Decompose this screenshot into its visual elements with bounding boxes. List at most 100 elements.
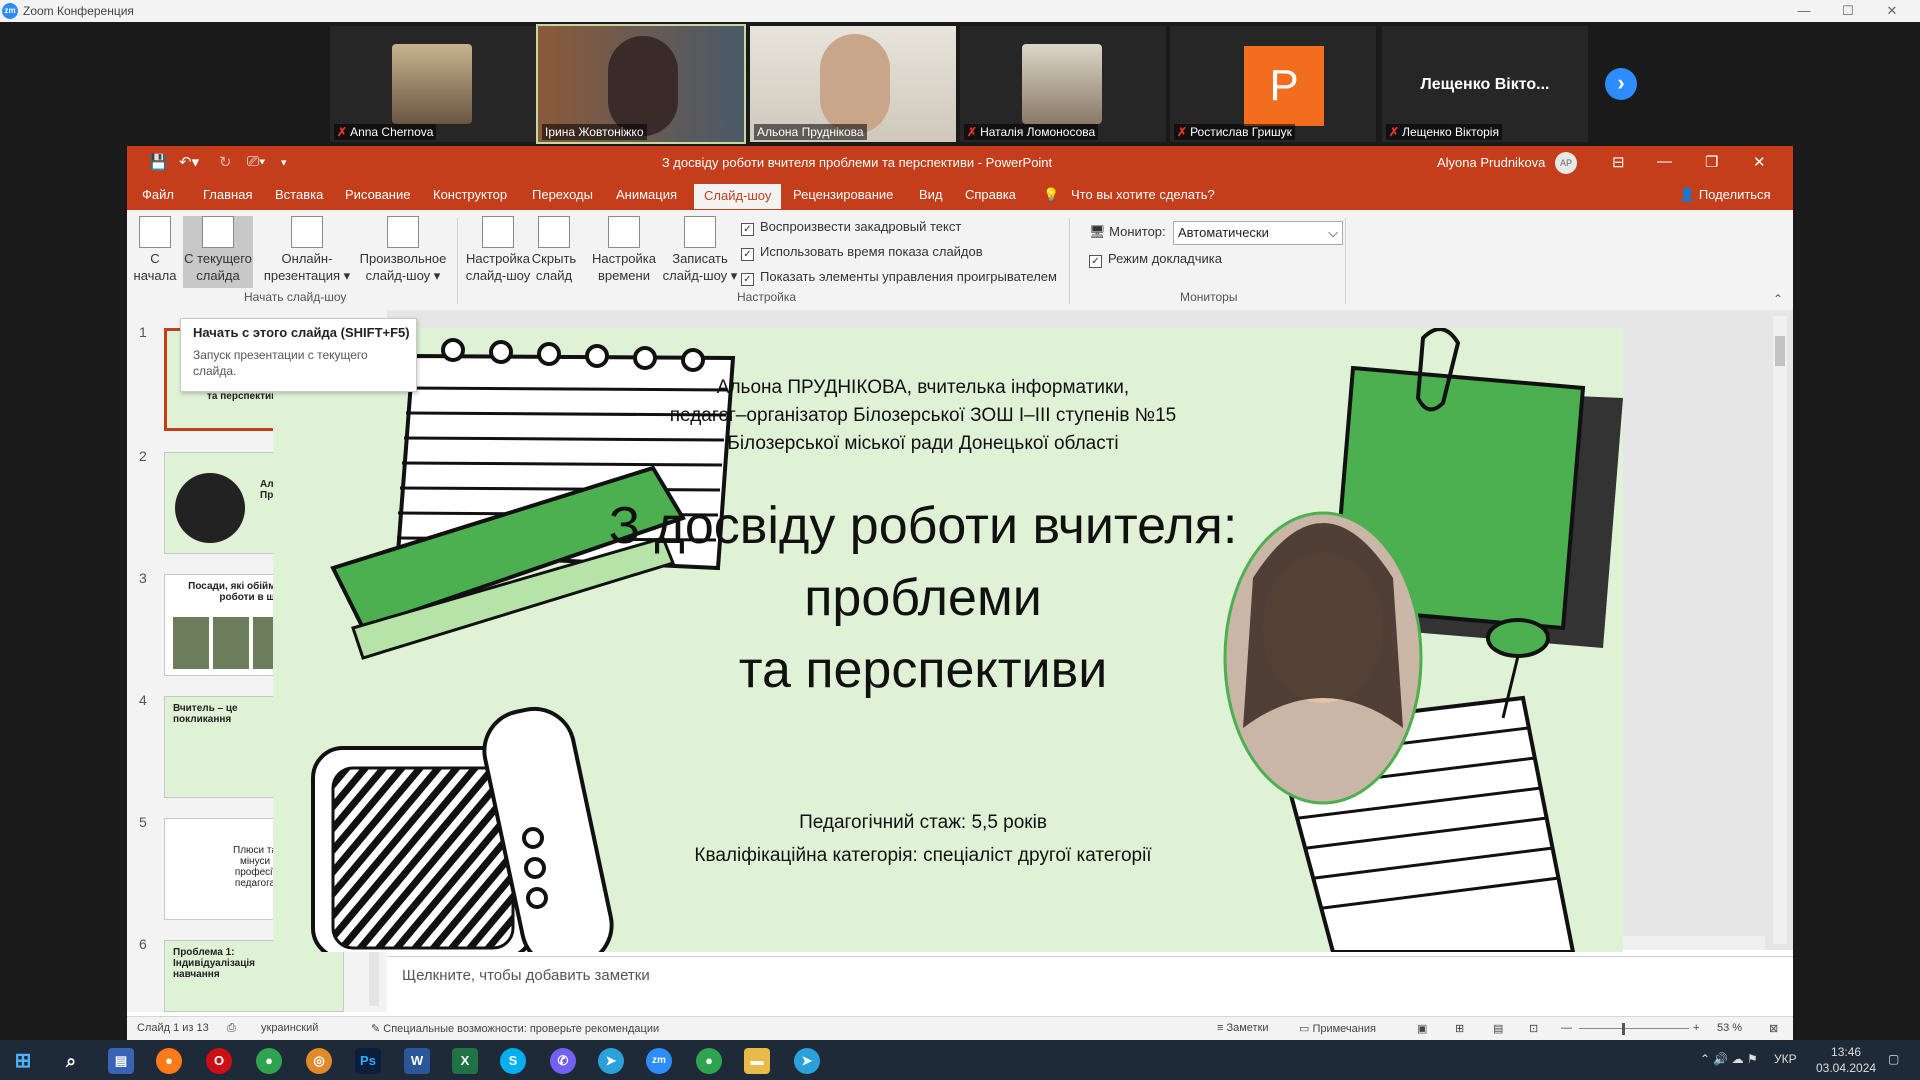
- participant-tile[interactable]: Альона Пруднікова: [750, 26, 956, 142]
- notifications-icon[interactable]: ▢: [1888, 1052, 1899, 1066]
- firefox-icon[interactable]: ●: [156, 1048, 182, 1074]
- slide-scrollbar[interactable]: [1773, 316, 1787, 944]
- system-tray-icons[interactable]: ⌃ 🔊 ☁ ⚑: [1700, 1052, 1758, 1066]
- tab-slideshow[interactable]: Слайд-шоу: [694, 184, 782, 209]
- hide-slide-icon: [538, 216, 570, 248]
- accessibility-status[interactable]: ✎ Специальные возможности: проверьте рек…: [371, 1022, 659, 1035]
- group-divider: [1345, 218, 1346, 304]
- excel-icon[interactable]: X: [452, 1048, 478, 1074]
- photoshop-icon[interactable]: Ps: [355, 1048, 381, 1074]
- zoom-slider-thumb[interactable]: [1622, 1023, 1625, 1035]
- clock[interactable]: 13:46 03.04.2024: [1816, 1044, 1876, 1076]
- save-icon[interactable]: 💾: [149, 153, 168, 171]
- minimize-icon[interactable]: —: [1786, 2, 1822, 20]
- reading-view-icon[interactable]: ▤: [1493, 1022, 1503, 1035]
- from-start-button[interactable]: Сначала: [133, 216, 177, 284]
- custom-slideshow-button[interactable]: Произвольное слайд-шоу ▾: [353, 216, 453, 284]
- zoom-in-icon[interactable]: +: [1693, 1022, 1699, 1034]
- browser-icon[interactable]: ◎: [306, 1048, 332, 1074]
- minimize-icon[interactable]: —: [1657, 153, 1672, 170]
- ribbon-tabs: Файл Главная Вставка Рисование Конструкт…: [127, 180, 1793, 210]
- zoom-level[interactable]: 53 %: [1717, 1022, 1742, 1034]
- tab-help[interactable]: Справка: [965, 187, 1016, 202]
- record-slideshow-button[interactable]: Записать слайд-шоу ▾: [662, 216, 738, 284]
- monitor-select[interactable]: Автоматически ⌵: [1173, 221, 1343, 245]
- participant-tile[interactable]: ✗ Anna Chernova: [330, 26, 536, 142]
- online-present-icon: [291, 216, 323, 248]
- redo-icon[interactable]: ↻: [219, 153, 232, 171]
- rehearse-timings-button[interactable]: Настройка времени: [589, 216, 659, 284]
- telegram-icon[interactable]: ➤: [794, 1048, 820, 1074]
- online-presentation-button[interactable]: Онлайн-презентация ▾: [262, 216, 352, 284]
- telegram-icon[interactable]: ➤: [598, 1048, 624, 1074]
- participant-tile[interactable]: Лещенко Вікто... ✗ Лещенко Вікторія: [1382, 26, 1588, 142]
- participant-photo: [820, 34, 890, 134]
- from-current-button[interactable]: С текущего слайда: [183, 216, 253, 288]
- user-name[interactable]: Alyona Prudnikova: [1437, 155, 1545, 170]
- skype-icon[interactable]: S: [500, 1048, 526, 1074]
- participant-tile[interactable]: ✗ Наталія Ломоносова: [960, 26, 1166, 142]
- participant-tile-active[interactable]: Ірина Жовтоніжко: [536, 24, 746, 144]
- next-participants-icon[interactable]: ›: [1605, 68, 1637, 100]
- tab-file[interactable]: Файл: [142, 187, 174, 202]
- participant-tile[interactable]: Р ✗ Ростислав Гришук: [1170, 26, 1376, 142]
- chrome-icon[interactable]: ●: [256, 1048, 282, 1074]
- timings-checkbox[interactable]: ✓ Использовать время показа слайдов: [741, 244, 983, 261]
- participant-name: ✗ Ростислав Гришук: [1174, 124, 1295, 140]
- scroll-thumb[interactable]: [1775, 336, 1785, 366]
- tab-design[interactable]: Конструктор: [433, 187, 507, 202]
- tab-home[interactable]: Главная: [203, 187, 252, 202]
- close-icon[interactable]: ✕: [1874, 2, 1910, 20]
- document-title: З досвіду роботи вчителя проблеми та пер…: [661, 155, 1053, 170]
- collapse-ribbon-icon[interactable]: ⌃: [1773, 292, 1783, 306]
- participant-photo: [392, 44, 472, 124]
- tab-transitions[interactable]: Переходы: [532, 187, 593, 202]
- language-indicator[interactable]: УКР: [1774, 1052, 1797, 1066]
- app-icon[interactable]: ▤: [108, 1048, 134, 1074]
- restore-icon[interactable]: ❐: [1705, 153, 1718, 171]
- normal-view-icon[interactable]: ▣: [1417, 1022, 1427, 1035]
- ribbon-display-icon[interactable]: ⊟: [1612, 153, 1625, 171]
- opera-icon[interactable]: O: [206, 1048, 232, 1074]
- user-avatar[interactable]: AP: [1555, 152, 1577, 174]
- presenter-view-checkbox[interactable]: ✓ Режим докладчика: [1089, 251, 1222, 268]
- spellcheck-icon[interactable]: ⎙: [227, 1022, 236, 1035]
- zoom-taskbar-icon[interactable]: zm: [646, 1048, 672, 1074]
- tab-review[interactable]: Рецензирование: [793, 187, 893, 202]
- person-icon: 👤: [1679, 187, 1699, 202]
- close-icon[interactable]: ✕: [1753, 153, 1766, 171]
- tab-insert[interactable]: Вставка: [275, 187, 323, 202]
- tab-animations[interactable]: Анимация: [616, 187, 677, 202]
- hide-slide-button[interactable]: Скрыть слайд: [531, 216, 577, 284]
- present-icon[interactable]: ⎚▾: [247, 153, 265, 170]
- tell-me-search[interactable]: Что вы хотите сделать?: [1071, 187, 1215, 202]
- sorter-view-icon[interactable]: ⊞: [1455, 1022, 1464, 1035]
- share-button[interactable]: 👤 Поделиться: [1679, 187, 1771, 203]
- viber-icon[interactable]: ✆: [550, 1048, 576, 1074]
- slide-canvas[interactable]: Альона ПРУДНІКОВА, вчителька інформатики…: [273, 328, 1623, 952]
- setup-slideshow-button[interactable]: Настройка слайд-шоу: [465, 216, 531, 284]
- tab-view[interactable]: Вид: [919, 187, 943, 202]
- fit-slide-icon[interactable]: ⊠: [1769, 1022, 1778, 1035]
- windows-start-icon[interactable]: ⊞: [10, 1048, 36, 1074]
- customize-toolbar-icon[interactable]: ▾: [281, 156, 287, 169]
- title-line: З досвіду роботи вчителя:: [608, 497, 1238, 555]
- zoom-slider[interactable]: [1579, 1028, 1689, 1029]
- language-indicator[interactable]: украинский: [261, 1022, 318, 1034]
- slideshow-view-icon[interactable]: ⊡: [1529, 1022, 1538, 1035]
- comments-toggle[interactable]: ▭ Примечания: [1299, 1022, 1376, 1035]
- undo-icon[interactable]: ↶▾: [179, 153, 199, 171]
- slide-title: З досвіду роботи вчителя: проблеми та пе…: [533, 490, 1313, 706]
- search-icon[interactable]: ⌕: [58, 1048, 84, 1074]
- notes-pane[interactable]: Щелкните, чтобы добавить заметки: [387, 956, 1793, 993]
- chrome-icon[interactable]: ●: [696, 1048, 722, 1074]
- word-icon[interactable]: W: [404, 1048, 430, 1074]
- maximize-icon[interactable]: ☐: [1830, 2, 1866, 20]
- tab-draw[interactable]: Рисование: [345, 187, 410, 202]
- record-icon: [684, 216, 716, 248]
- narration-checkbox[interactable]: ✓ Воспроизвести закадровый текст: [741, 219, 961, 236]
- media-controls-checkbox[interactable]: ✓ Показать элементы управления проигрыват…: [741, 269, 1057, 286]
- notes-toggle[interactable]: ≡ Заметки: [1217, 1022, 1269, 1034]
- zoom-out-icon[interactable]: —: [1561, 1022, 1572, 1034]
- file-explorer-icon[interactable]: ▬: [744, 1048, 770, 1074]
